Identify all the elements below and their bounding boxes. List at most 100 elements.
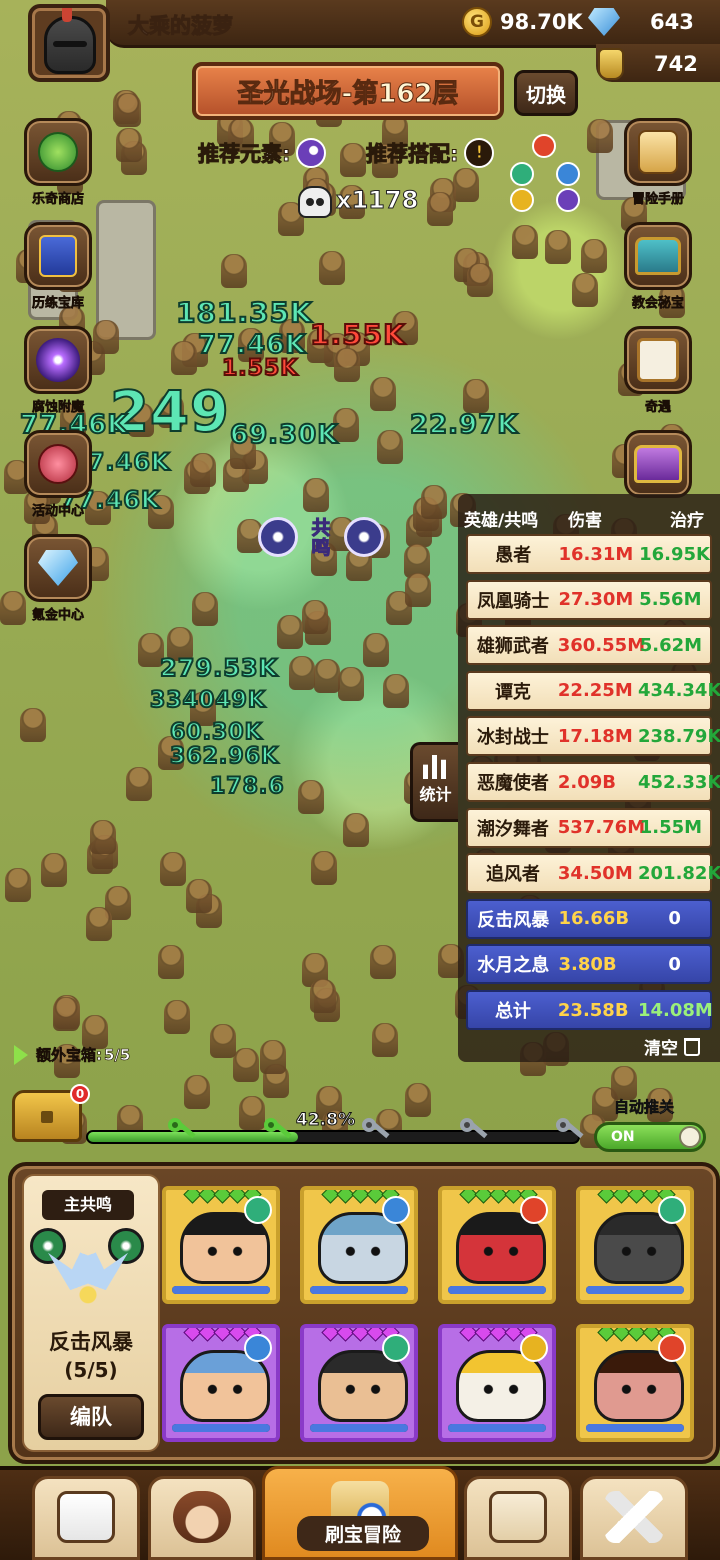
gem-counter[interactable]: 643 [588,8,694,36]
corrosion-enchant-button[interactable]: 腐蚀附魔 [18,326,98,415]
nav-active-label: 刷宝冒险 [297,1516,429,1551]
recommended-element: 推荐元素: [197,138,327,168]
hero-card[interactable] [576,1324,694,1442]
stats-row-name: 总计 [494,1001,531,1022]
stats-row-damage: 17.18M [557,725,633,747]
purple-chest-button[interactable] [618,430,698,498]
auto-push-toggle[interactable]: ON [594,1122,706,1152]
stats-row-heal: 201.82K [638,862,720,884]
training-vault-button[interactable]: 历练宝库 [18,222,98,311]
knight-helmet-icon [44,16,96,74]
damage-stats-panel: 英雄/共鸣 伤害 治疗 愚者 16.31M 16.95K 凤凰骑士 27.30M 5.56… [458,494,720,1062]
lucky-shop-button[interactable]: 乐奇商店 [18,118,98,207]
shop-icon [57,1491,115,1543]
stats-row-damage: 360.55M [557,634,646,656]
hero-energy-bar [172,1286,270,1294]
hammer-icon [605,1491,663,1543]
hero-card[interactable] [162,1324,280,1442]
hero-card[interactable] [438,1324,556,1442]
stats-row-heal: 5.62M [639,634,703,656]
hero-energy-bar [310,1424,408,1432]
stats-row-heal: 1.55M [639,817,703,839]
chest-icon [635,237,681,275]
hero-card[interactable] [300,1186,418,1304]
stats-header-name: 英雄/共鸣 [464,511,539,531]
wind-element-icon [382,1334,410,1362]
stats-row-name: 谭克 [494,681,531,703]
hero-energy-bar [586,1424,684,1432]
water-element-icon [244,1334,272,1362]
stats-row-damage: 2.09B [557,771,617,793]
stats-row-heal: 238.79K [638,725,720,747]
hero-card[interactable] [438,1186,556,1304]
event-center-button[interactable]: 活动中心 [18,430,98,519]
church-treasure-button[interactable]: 教会秘宝 [618,222,698,311]
formation-button[interactable]: 编队 [38,1394,144,1440]
hero-energy-bar [448,1286,546,1294]
stats-row-name: 追风者 [485,864,540,886]
resonance-count: (5/5) [64,1358,118,1382]
player-avatar[interactable] [28,4,110,82]
skull-icon [298,186,332,218]
toggle-knob [679,1126,701,1148]
stats-row: 冰封战士 17.18M 238.79K [466,716,720,757]
stats-row: 水月之息 3.80B 0 [466,944,712,985]
extra-chest-label: 额外宝箱: [36,1046,103,1065]
switch-stage-button[interactable]: 切换 [514,70,578,116]
toggle-label: ON [611,1129,635,1145]
encounter-button[interactable]: 奇遇 [618,326,698,415]
wind-element-icon [510,162,534,186]
auto-push-label: 自动推关 [614,1098,675,1117]
stats-row: 恶魔使者 2.09B 452.33K [466,762,720,802]
stats-row-name: 反击风暴 [477,909,550,931]
stats-row-heal: 16.95K [639,543,710,565]
gold-counter[interactable]: G 98.70K [462,7,583,37]
bar-chart-icon [422,755,449,779]
hero-card[interactable] [300,1324,418,1442]
event-center-label: 活动中心 [31,504,85,520]
light-element-icon [520,1334,548,1362]
lucky-shop-label: 乐奇商店 [31,192,85,208]
storm-resonance-icon[interactable] [108,1228,144,1264]
water-element-icon [556,162,580,186]
gold-value: 98.70K [500,10,583,34]
resonance-indicator: 共 鸣 [258,516,384,559]
extra-chest-value: 5/5 [104,1045,131,1064]
topup-center-button[interactable]: 氪金中心 [18,534,98,623]
stats-row: 反击风暴 16.66B 0 [466,898,712,939]
dark-element-icon [556,188,580,212]
training-vault-label: 历练宝库 [31,296,85,312]
stats-row: 追风者 34.50M 201.82K [466,853,720,894]
key-icon [460,1118,488,1144]
stats-row: 凤凰骑士 27.30M 5.56M [466,579,712,620]
key-icon [264,1118,292,1144]
warning-icon: ! [464,138,495,168]
recommended-combo-label: 推荐搭配: [365,142,459,167]
stats-row: 谭克 22.25M 434.34K [466,670,720,711]
trash-icon [684,1037,700,1056]
nav-hero-button[interactable] [148,1476,256,1560]
nav-bag-button[interactable] [464,1476,572,1560]
progress-percent: 42.8% [296,1110,356,1131]
clear-stats-button[interactable]: 清空 [644,1034,700,1059]
hero-energy-bar [310,1286,408,1294]
hero-card[interactable] [576,1186,694,1304]
water-element-icon [382,1196,410,1224]
stats-row-name: 愚者 [495,545,532,566]
wind-resonance-icon[interactable] [30,1228,66,1264]
nav-treasure-adventure-button[interactable]: 刷宝冒险 [262,1466,458,1560]
recommended-combo[interactable]: 推荐搭配: ! [365,138,495,168]
wind-element-icon [244,1196,272,1224]
stats-tab-button[interactable]: 统计 [410,742,458,822]
hero-energy-bar [586,1286,684,1294]
adventure-manual-button[interactable]: 冒险手册 [618,118,698,207]
hero-card[interactable] [162,1186,280,1304]
resonance-label-bottom: 鸣 [311,537,331,559]
nav-shop-button[interactable] [32,1476,140,1560]
stats-row: 愚者 16.31M 16.95K [466,534,712,574]
stats-row-heal: 0 [668,908,681,930]
key-icon [168,1118,196,1144]
stats-header: 英雄/共鸣 伤害 治疗 [458,500,720,534]
nav-forge-button[interactable] [580,1476,688,1560]
potion-counter[interactable]: 742 [598,48,698,80]
